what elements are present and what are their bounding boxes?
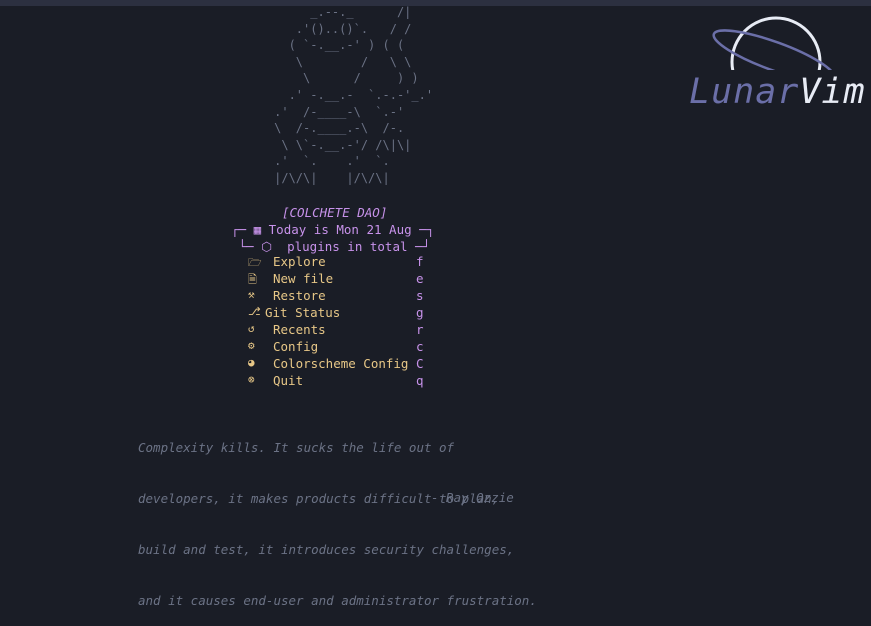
footer-quote: Complexity kills. It sucks the life out … [138, 405, 537, 626]
ascii-art: _.--._ /| .'()..()`. / / ( `-.__.-' ) ( … [274, 5, 434, 185]
menu-item-label: Recents [273, 322, 326, 337]
calendar-icon: ▦ [253, 222, 262, 237]
menu-item-shortcut: g [416, 305, 424, 320]
date-text: Today is Mon 21 Aug [268, 222, 412, 237]
logo-text-vim: Vim [799, 72, 866, 112]
menu-item-shortcut: e [416, 271, 424, 286]
dashboard-title: [COLCHETE DAO] [282, 205, 388, 220]
settings-sliders-icon: ⚙ [248, 339, 255, 352]
menu-item-shortcut: r [416, 322, 424, 337]
package-icon: ⬡ [261, 239, 273, 254]
quote-line: Complexity kills. It sucks the life out … [138, 440, 455, 455]
box-corner-top-left: ┌─ [231, 222, 254, 237]
quote-author: - Ray Ozzie [431, 490, 514, 505]
menu-item-recents[interactable]: ↺ Recents r [248, 322, 448, 338]
menu-item-shortcut: f [416, 254, 424, 269]
menu-item-label: Config [273, 339, 319, 354]
quote-line: and it causes end-user and administrator… [138, 593, 537, 608]
menu-item-explore[interactable]: 🗁 Explore f [248, 254, 448, 270]
menu-item-label: Restore [273, 288, 326, 303]
wand-icon: ⚒ [248, 288, 255, 301]
menu-item-new-file[interactable]: 🗎 New file e [248, 271, 448, 287]
menu-item-label: Quit [273, 373, 304, 388]
menu-item-colorscheme-config[interactable]: ◕ Colorscheme Config C [248, 356, 448, 372]
box-corner-bottom-right: ─┘ [407, 239, 431, 254]
menu-item-shortcut: C [416, 356, 424, 371]
menu-item-git-status[interactable]: ⎇ Git Status g [248, 305, 448, 321]
menu-item-shortcut: q [416, 373, 424, 388]
menu-item-label: Colorscheme Config [273, 356, 409, 371]
menu-item-label: Git Status [265, 305, 341, 320]
quit-circle-icon: ⊗ [248, 373, 255, 386]
menu-item-restore[interactable]: ⚒ Restore s [248, 288, 448, 304]
menu-item-shortcut: s [416, 288, 424, 303]
menu-item-quit[interactable]: ⊗ Quit q [248, 373, 448, 389]
history-icon: ↺ [248, 322, 255, 335]
git-branch-icon: ⎇ [248, 305, 261, 318]
menu-item-config[interactable]: ⚙ Config c [248, 339, 448, 355]
plugins-count-text: plugins in total [287, 239, 408, 254]
palette-icon: ◕ [248, 356, 255, 369]
plugins-line: └─ ⬡ plugins in total ─┘ [231, 239, 431, 254]
window-top-bar [0, 0, 871, 6]
menu-item-label: New file [273, 271, 334, 286]
logo-text-lunar: Lunar [689, 72, 800, 112]
box-corner-bottom-left: └─ [231, 239, 262, 254]
quote-line: build and test, it introduces security c… [138, 542, 515, 557]
lunarvim-logo: LunarVim [689, 72, 866, 112]
date-line: ┌─ ▦ Today is Mon 21 Aug ─┐ [231, 222, 434, 237]
menu-item-shortcut: c [416, 339, 424, 354]
box-corner-top-right: ─┐ [411, 222, 435, 237]
menu-item-label: Explore [273, 254, 326, 269]
